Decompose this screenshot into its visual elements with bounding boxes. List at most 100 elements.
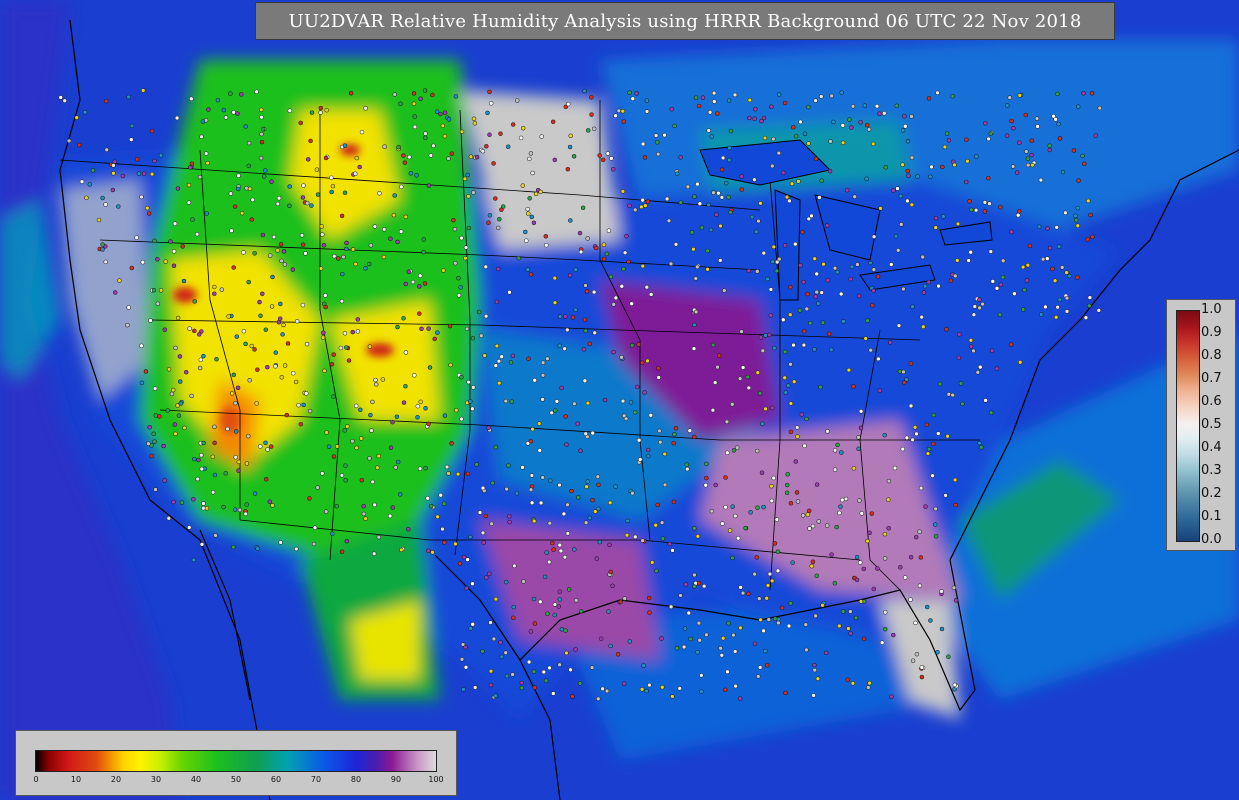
station-dot (464, 586, 469, 591)
station-dot (229, 228, 234, 233)
station-dot (523, 229, 528, 235)
station-dot (827, 168, 833, 174)
station-dot (781, 170, 786, 176)
station-dot (529, 500, 535, 506)
station-dot (952, 682, 958, 688)
station-dot (764, 596, 769, 601)
station-dot (425, 496, 430, 501)
station-dot (784, 482, 790, 488)
station-dot (151, 431, 156, 437)
station-dot (784, 194, 790, 200)
station-dot (182, 425, 187, 431)
station-dot (983, 121, 988, 126)
station-dot (606, 609, 611, 614)
station-dot (257, 299, 262, 305)
station-dot (855, 262, 860, 267)
station-dot (677, 686, 682, 691)
station-dot (1025, 156, 1031, 161)
station-dot (951, 585, 957, 591)
station-dot (582, 317, 588, 322)
station-dot (483, 313, 489, 319)
station-dot (674, 171, 680, 176)
station-dot (685, 466, 690, 472)
station-dot (1073, 213, 1078, 219)
station-dot (1056, 121, 1061, 127)
station-dot (58, 95, 63, 100)
station-dot (82, 110, 88, 115)
station-dot (520, 125, 526, 131)
station-dot (237, 507, 243, 513)
station-dot (752, 177, 757, 182)
station-dot (905, 168, 911, 174)
station-dot (820, 320, 826, 325)
station-dot (719, 195, 725, 200)
station-dot (706, 128, 711, 133)
station-dot (260, 126, 266, 132)
station-dot (318, 105, 324, 111)
station-dot (298, 421, 304, 427)
station-dot (236, 173, 241, 178)
station-dot (820, 603, 825, 608)
station-dot (496, 380, 502, 386)
station-dot (944, 327, 949, 332)
station-dot (662, 132, 667, 138)
station-dot (528, 629, 534, 634)
station-dot (189, 161, 195, 166)
station-dot (931, 412, 937, 418)
station-dot (243, 124, 248, 129)
station-dot (866, 685, 871, 690)
station-dot (494, 343, 500, 349)
station-dot (419, 326, 424, 332)
station-dot (693, 95, 699, 100)
station-dot (453, 94, 459, 99)
station-dot (986, 175, 991, 181)
station-dot (1030, 162, 1035, 168)
station-dot (391, 212, 397, 218)
station-dot (591, 126, 597, 132)
station-dot (394, 414, 400, 420)
station-dot (653, 522, 658, 528)
station-dot (704, 475, 709, 481)
station-dot (908, 597, 913, 602)
station-dot (304, 391, 309, 396)
station-dot (459, 129, 465, 135)
station-dot (857, 560, 863, 565)
station-dot (583, 520, 589, 525)
station-dot (267, 253, 273, 258)
station-dot (355, 317, 361, 322)
station-dot (726, 98, 732, 103)
station-dot (776, 150, 782, 156)
station-dot (398, 229, 404, 234)
station-dot (910, 658, 916, 663)
station-dot (252, 347, 257, 352)
station-dot (770, 259, 775, 264)
station-dot (153, 413, 159, 418)
station-dot (841, 319, 846, 324)
station-dot (979, 445, 984, 450)
station-dot (806, 508, 812, 514)
station-dot (403, 350, 409, 355)
station-dot (468, 399, 473, 404)
station-dot (649, 560, 655, 565)
station-dot (479, 333, 484, 338)
station-dot (895, 186, 900, 191)
station-dot (186, 525, 192, 530)
station-dot (837, 623, 842, 629)
station-dot (1014, 170, 1020, 175)
station-dot (759, 470, 765, 475)
station-dot (455, 471, 461, 477)
station-dot (695, 534, 701, 539)
station-dot (453, 260, 458, 266)
station-dot (225, 426, 230, 432)
station-dot (801, 342, 807, 348)
station-dot (344, 538, 350, 544)
station-dot (673, 242, 679, 247)
station-dot (269, 304, 275, 309)
station-dot (373, 377, 378, 383)
station-dot (525, 267, 530, 272)
station-dot (464, 326, 470, 332)
station-dot (550, 119, 556, 125)
station-dot (915, 174, 920, 179)
station-dot (761, 628, 766, 634)
station-dot (788, 429, 794, 435)
